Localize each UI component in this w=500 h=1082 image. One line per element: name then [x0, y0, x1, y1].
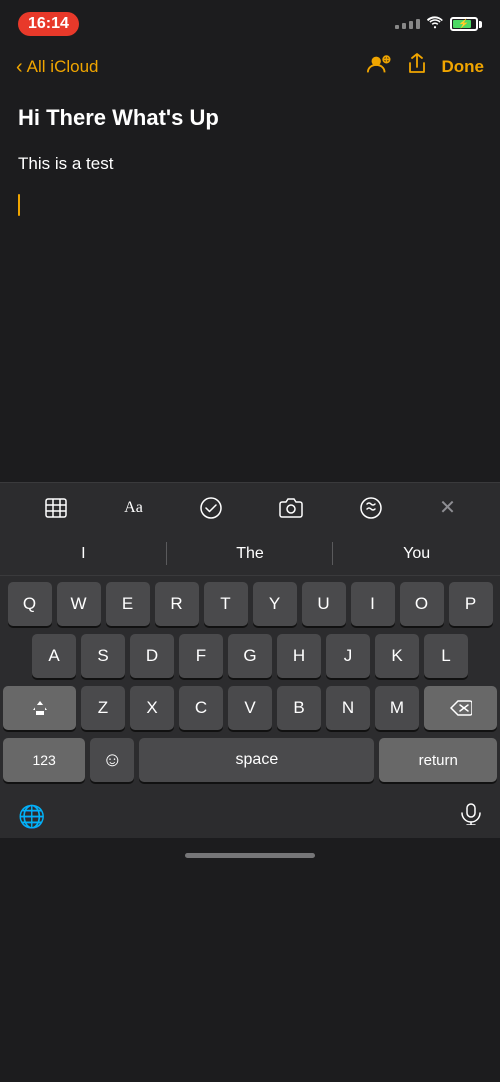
keyboard-row-2: A S D F G H J K L	[3, 634, 497, 678]
key-r[interactable]: R	[155, 582, 199, 626]
table-icon[interactable]	[44, 496, 68, 520]
key-w[interactable]: W	[57, 582, 101, 626]
battery-icon: ⚡	[450, 17, 482, 31]
autocomplete-item-1[interactable]: I	[0, 535, 167, 573]
key-d[interactable]: D	[130, 634, 174, 678]
back-label: All iCloud	[27, 57, 99, 77]
keyboard-row-1: Q W E R T Y U I O P	[3, 582, 497, 626]
microphone-icon[interactable]	[460, 803, 482, 831]
format-icon[interactable]: Aa	[124, 499, 143, 517]
autocomplete-item-2[interactable]: The	[167, 535, 334, 573]
key-j[interactable]: J	[326, 634, 370, 678]
key-t[interactable]: T	[204, 582, 248, 626]
note-cursor-line	[18, 194, 482, 216]
status-time: 16:14	[18, 12, 79, 36]
key-c[interactable]: C	[179, 686, 223, 730]
signal-icon	[395, 19, 420, 29]
note-area[interactable]: Hi There What's Up This is a test	[0, 92, 500, 292]
autocomplete-item-3[interactable]: You	[333, 535, 500, 573]
keyboard-toolbar: Aa ✕	[0, 482, 500, 532]
globe-icon[interactable]: 🌐	[18, 804, 45, 830]
key-s[interactable]: S	[81, 634, 125, 678]
emoji-key[interactable]: ☺	[90, 738, 134, 782]
done-button[interactable]: Done	[442, 57, 485, 77]
shift-arrow-icon	[33, 701, 47, 715]
key-q[interactable]: Q	[8, 582, 52, 626]
note-title: Hi There What's Up	[18, 104, 482, 133]
back-button[interactable]: ‹ All iCloud	[16, 57, 98, 77]
checkmark-icon[interactable]	[199, 496, 223, 520]
markup-icon[interactable]	[359, 496, 383, 520]
shift-key[interactable]	[3, 686, 76, 730]
bottom-bar: 🌐	[0, 794, 500, 838]
key-h[interactable]: H	[277, 634, 321, 678]
key-x[interactable]: X	[130, 686, 174, 730]
key-e[interactable]: E	[106, 582, 150, 626]
key-i[interactable]: I	[351, 582, 395, 626]
home-indicator	[185, 853, 315, 858]
note-empty-area[interactable]	[0, 292, 500, 482]
text-cursor	[18, 194, 20, 216]
status-icons: ⚡	[395, 15, 482, 34]
home-indicator-bar	[0, 838, 500, 872]
key-l[interactable]: L	[424, 634, 468, 678]
numbers-key[interactable]: 123	[3, 738, 85, 782]
keyboard-close-button[interactable]: ✕	[439, 495, 456, 520]
chevron-left-icon: ‹	[16, 57, 23, 77]
key-v[interactable]: V	[228, 686, 272, 730]
share-button[interactable]	[406, 53, 428, 81]
key-n[interactable]: N	[326, 686, 370, 730]
keyboard: Q W E R T Y U I O P A S D F G H J K L Z …	[0, 576, 500, 794]
note-body: This is a test	[18, 151, 482, 177]
status-bar: 16:14 ⚡	[0, 0, 500, 44]
camera-icon[interactable]	[279, 496, 303, 520]
key-z[interactable]: Z	[81, 686, 125, 730]
return-key[interactable]: return	[379, 738, 497, 782]
backspace-key[interactable]	[424, 686, 497, 730]
nav-actions: Done	[366, 53, 485, 81]
key-a[interactable]: A	[32, 634, 76, 678]
space-key[interactable]: space	[139, 738, 374, 782]
key-f[interactable]: F	[179, 634, 223, 678]
key-p[interactable]: P	[449, 582, 493, 626]
nav-bar: ‹ All iCloud Done	[0, 44, 500, 92]
key-u[interactable]: U	[302, 582, 346, 626]
add-collaborator-button[interactable]	[366, 53, 392, 81]
key-o[interactable]: O	[400, 582, 444, 626]
key-y[interactable]: Y	[253, 582, 297, 626]
key-m[interactable]: M	[375, 686, 419, 730]
autocomplete-bar: I The You	[0, 532, 500, 576]
key-g[interactable]: G	[228, 634, 272, 678]
wifi-icon	[426, 15, 444, 34]
key-k[interactable]: K	[375, 634, 419, 678]
keyboard-row-4: 123 ☺ space return	[3, 738, 497, 782]
keyboard-row-3: Z X C V B N M	[3, 686, 497, 730]
key-b[interactable]: B	[277, 686, 321, 730]
